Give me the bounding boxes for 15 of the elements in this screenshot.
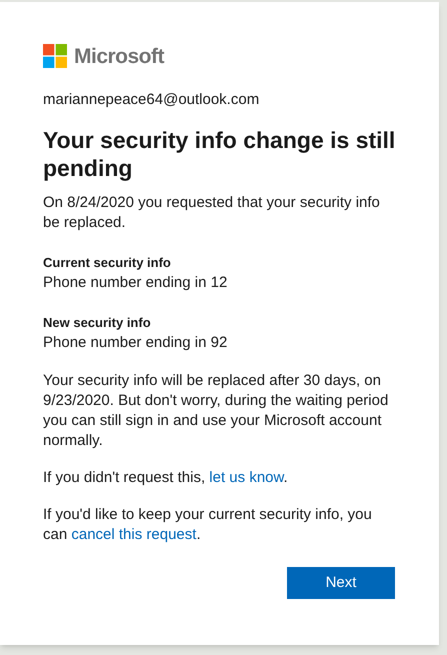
page-title: Your security info change is still pending <box>43 126 396 182</box>
phone-info: Phone number ending in 12 <box>43 273 228 293</box>
logo-icon <box>43 44 67 68</box>
next-button[interactable]: Next <box>287 567 395 599</box>
intro-text: On 8/24/2020 you requested that your security info be replaced. <box>43 193 381 233</box>
text-link[interactable]: cancel this request <box>71 526 196 543</box>
brand-name: Microsoft <box>74 46 164 66</box>
section-label: Current security info <box>43 254 172 272</box>
account-email: mariannepeace64@outlook.com <box>43 90 260 110</box>
phone-info: Phone number ending in 92 <box>43 333 228 353</box>
help-text: If you'd like to keep your current security info, you can cancel this request. <box>43 505 373 545</box>
notice-text: Your security info will be replaced after 30 days, on 9/23/2020. But don't worry, during the waiting period you can still sign in and use your Microsoft account normally. <box>43 371 390 451</box>
text-link[interactable]: let us know <box>209 469 284 486</box>
section-label: New security info <box>43 314 152 332</box>
help-text: If you didn't request this, let us know. <box>43 468 289 488</box>
